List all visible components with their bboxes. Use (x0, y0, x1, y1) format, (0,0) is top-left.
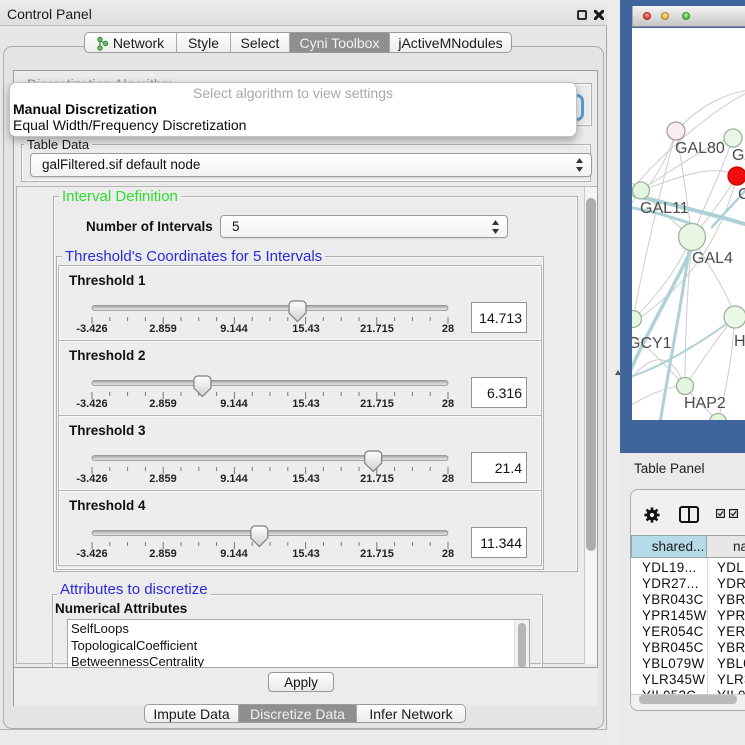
svg-text:C: C (738, 186, 745, 203)
svg-text:GA: GA (732, 147, 745, 164)
svg-text:HAP2: HAP2 (684, 395, 726, 412)
svg-text:GCY1: GCY1 (632, 335, 672, 352)
svg-text:GAL4: GAL4 (692, 250, 733, 267)
svg-text:GAL11: GAL11 (640, 200, 689, 217)
svg-text:GAL80: GAL80 (675, 140, 725, 157)
svg-text:HI: HI (734, 333, 745, 350)
